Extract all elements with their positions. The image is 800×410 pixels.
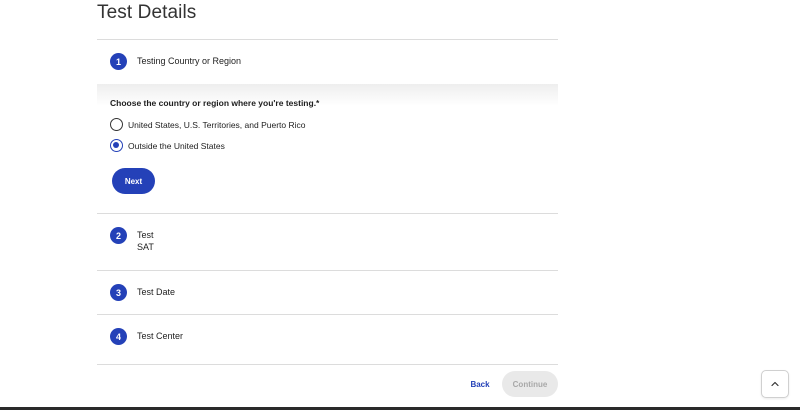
radio-united-states[interactable] bbox=[110, 118, 123, 131]
divider bbox=[97, 270, 558, 271]
step-4-title: Test Center bbox=[137, 331, 184, 341]
chevron-up-icon bbox=[771, 381, 779, 387]
option-united-states-label[interactable]: United States, U.S. Territories, and Pue… bbox=[128, 120, 305, 130]
page-title: Test Details bbox=[97, 2, 197, 23]
step-2-number: 2 bbox=[110, 227, 127, 244]
divider bbox=[97, 39, 558, 40]
continue-button[interactable]: Continue bbox=[502, 371, 558, 397]
step-4-number: 4 bbox=[110, 328, 127, 345]
option-united-states[interactable]: United States, U.S. Territories, and Pue… bbox=[110, 118, 305, 131]
step-1-number: 1 bbox=[110, 53, 127, 70]
step-2-header[interactable]: 2 Test SAT bbox=[110, 227, 154, 252]
step-1-header[interactable]: 1 Testing Country or Region bbox=[110, 53, 241, 70]
option-outside-us[interactable]: Outside the United States bbox=[110, 139, 225, 152]
step-3-header[interactable]: 3 Test Date bbox=[110, 284, 175, 301]
step-3-title: Test Date bbox=[137, 287, 176, 297]
back-button[interactable]: Back bbox=[464, 371, 496, 397]
country-question: Choose the country or region where you'r… bbox=[110, 98, 320, 108]
divider bbox=[97, 364, 558, 365]
step-1-panel: Choose the country or region where you'r… bbox=[97, 84, 558, 213]
scroll-to-top-button[interactable] bbox=[761, 370, 789, 398]
step-1-title: Testing Country or Region bbox=[137, 56, 242, 66]
divider bbox=[97, 314, 558, 315]
radio-outside-us[interactable] bbox=[110, 139, 123, 152]
step-3-number: 3 bbox=[110, 284, 127, 301]
option-outside-us-label[interactable]: Outside the United States bbox=[128, 141, 225, 151]
step-4-header[interactable]: 4 Test Center bbox=[110, 328, 183, 345]
divider bbox=[97, 213, 558, 214]
next-button[interactable]: Next bbox=[112, 168, 155, 194]
step-2-value: SAT bbox=[137, 242, 154, 252]
